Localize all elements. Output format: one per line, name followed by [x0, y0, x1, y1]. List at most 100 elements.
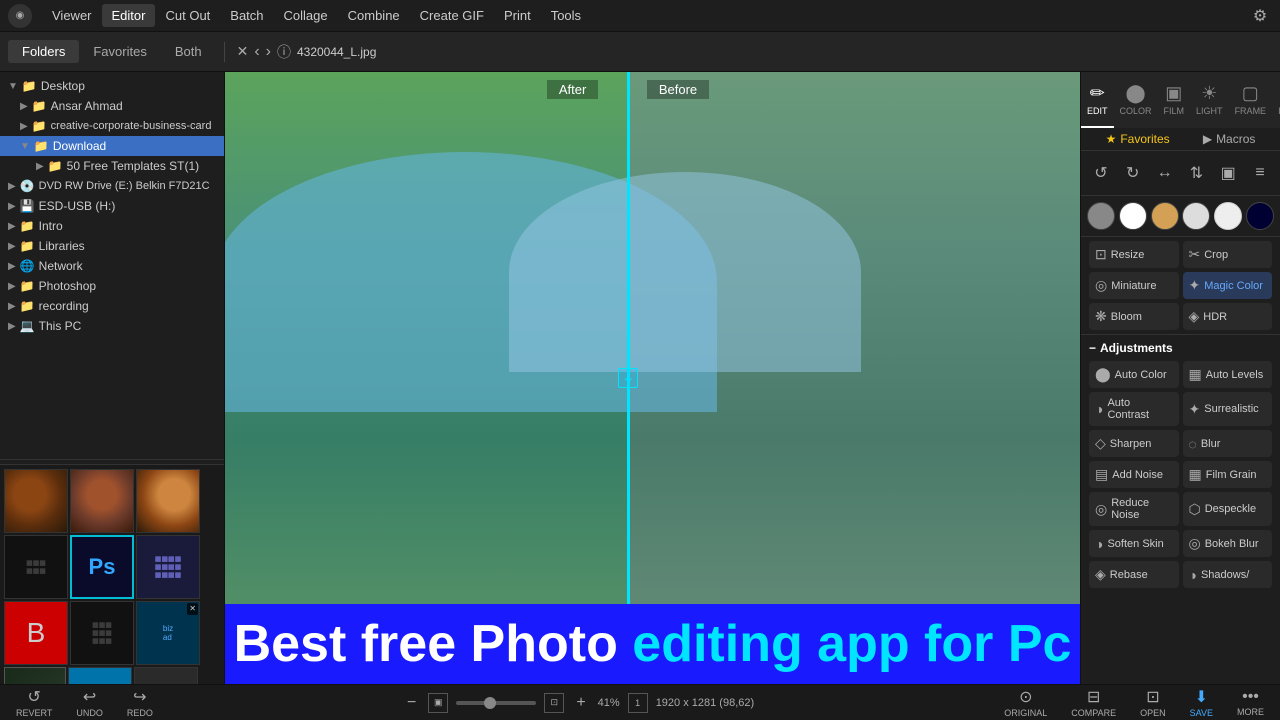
tab-favorites[interactable]: Favorites: [79, 40, 160, 63]
thumbnail-item[interactable]: [70, 469, 134, 533]
thumbnail-item[interactable]: bizad ✕: [136, 601, 200, 665]
tree-item-desktop[interactable]: ▼ 📁 Desktop: [0, 76, 224, 96]
film-grain-button[interactable]: ▦ Film Grain: [1183, 461, 1273, 488]
info-nav-button[interactable]: ⓘ: [277, 42, 291, 62]
magic-color-button[interactable]: ✦ Magic Color: [1183, 272, 1273, 299]
menu-creategif[interactable]: Create GIF: [410, 4, 494, 27]
thumbnail-item-brush[interactable]: 🖌: [134, 667, 198, 684]
zoom-plus-button[interactable]: +: [572, 692, 589, 714]
adjustments-title[interactable]: − Adjustments: [1089, 341, 1272, 355]
thumbnail-item[interactable]: [4, 469, 68, 533]
thumbnail-item[interactable]: preview: [4, 667, 66, 684]
thumbnail-item-blog[interactable]: B: [4, 601, 68, 665]
zoom-fit-button[interactable]: ▣: [428, 693, 448, 713]
bloom-button[interactable]: ❋ Bloom: [1089, 303, 1179, 330]
tree-item-download[interactable]: ▼ 📁 Download: [0, 136, 224, 156]
resize-button[interactable]: ⊡ Resize: [1089, 241, 1179, 268]
despeckle-button[interactable]: ⬡ Despeckle: [1183, 492, 1273, 526]
menu-batch[interactable]: Batch: [220, 4, 273, 27]
filter-white[interactable]: [1119, 202, 1147, 230]
tree-item-ansar[interactable]: ▶ 📁 Ansar Ahmad: [0, 96, 224, 116]
tab-folders[interactable]: Folders: [8, 40, 79, 63]
shadows-button[interactable]: ◑ Shadows/: [1183, 561, 1273, 588]
tab-light[interactable]: ☀ LIGHT: [1190, 72, 1229, 128]
miniature-button[interactable]: ◎ Miniature: [1089, 272, 1179, 299]
thumbnail-item-ps[interactable]: Ps: [70, 535, 134, 599]
zoom-minus-button[interactable]: −: [403, 692, 420, 714]
auto-color-button[interactable]: ⬤ Auto Color: [1089, 361, 1179, 388]
next-nav-button[interactable]: ›: [266, 43, 271, 61]
rotate-left-button[interactable]: ↺: [1087, 159, 1115, 187]
more-button[interactable]: ••• MORE: [1229, 686, 1272, 719]
menu-cutout[interactable]: Cut Out: [155, 4, 220, 27]
prev-nav-button[interactable]: ‹: [254, 43, 259, 61]
filter-dark[interactable]: [1246, 202, 1274, 230]
rotate-right-button[interactable]: ↻: [1119, 159, 1147, 187]
menu-combine[interactable]: Combine: [338, 4, 410, 27]
tab-insert[interactable]: ⊞ INSERT: [1272, 72, 1280, 128]
tab-color[interactable]: ⬤ COLOR: [1114, 72, 1158, 128]
filter-warm[interactable]: [1151, 202, 1179, 230]
sharpen-button[interactable]: ◇ Sharpen: [1089, 430, 1179, 457]
tree-item-intro[interactable]: ▶ 📁 Intro: [0, 216, 224, 236]
auto-levels-button[interactable]: ▦ Auto Levels: [1183, 361, 1273, 388]
thumbnail-item[interactable]: ▦▦▦▦▦▦: [4, 535, 68, 599]
tree-item-creative[interactable]: ▶ 📁 creative-corporate-business-card: [0, 116, 224, 136]
split-divider[interactable]: ⇔: [627, 72, 630, 684]
tree-item-photoshop[interactable]: ▶ 📁 Photoshop: [0, 276, 224, 296]
rebase-button[interactable]: ◈ Rebase: [1089, 561, 1179, 588]
undo-button[interactable]: ↩ UNDO: [68, 685, 111, 720]
flip-h-button[interactable]: ↔: [1151, 159, 1179, 187]
hdr-button[interactable]: ◈ HDR: [1183, 303, 1273, 330]
menu-viewer[interactable]: Viewer: [42, 4, 102, 27]
original-button[interactable]: ⊙ ORIGINAL: [996, 685, 1055, 720]
open-button[interactable]: ⊡ OPEN: [1132, 685, 1174, 720]
close-nav-button[interactable]: ✕: [237, 43, 249, 60]
tab-edit[interactable]: ✏ EDIT: [1081, 72, 1114, 128]
tree-item-thispc[interactable]: ▶ 💻 This PC: [0, 316, 224, 336]
tree-item-recording[interactable]: ▶ 📁 recording: [0, 296, 224, 316]
tree-item-dvd[interactable]: ▶ 💿 DVD RW Drive (E:) Belkin F7D21C: [0, 176, 224, 196]
blur-button[interactable]: ◌ Blur: [1183, 430, 1273, 457]
surrealistic-button[interactable]: ✦ Surrealistic: [1183, 392, 1273, 426]
redo-button[interactable]: ↪ REDO: [119, 685, 161, 720]
filter-light[interactable]: [1182, 202, 1210, 230]
filter-pale[interactable]: [1214, 202, 1242, 230]
bokeh-blur-button[interactable]: ◎ Bokeh Blur: [1183, 530, 1273, 557]
tab-frame[interactable]: ▢ FRAME: [1229, 72, 1273, 128]
compare-button[interactable]: ⊟ COMPARE: [1063, 685, 1124, 720]
reduce-noise-button[interactable]: ◎ Reduce Noise: [1089, 492, 1179, 526]
zoom-full-button[interactable]: ⊡: [544, 693, 564, 713]
save-button[interactable]: ⬇ SAVE: [1182, 685, 1221, 720]
auto-contrast-button[interactable]: ◑ Auto Contrast: [1089, 392, 1179, 426]
tree-item-network[interactable]: ▶ 🌐 Network: [0, 256, 224, 276]
menu-collage[interactable]: Collage: [274, 4, 338, 27]
tree-item-50free[interactable]: ▶ 📁 50 Free Templates ST(1): [0, 156, 224, 176]
split-handle[interactable]: ⇔: [618, 368, 638, 388]
menu-print[interactable]: Print: [494, 4, 541, 27]
soften-skin-button[interactable]: ◑ Soften Skin: [1089, 530, 1179, 557]
grid-button[interactable]: ▣: [1214, 159, 1242, 187]
crop-button[interactable]: ✂ Crop: [1183, 241, 1273, 268]
revert-button[interactable]: ↺ REVERT: [8, 685, 60, 720]
filter-gray[interactable]: [1087, 202, 1115, 230]
tab-film[interactable]: ▣ FILM: [1158, 72, 1191, 128]
favorites-button[interactable]: ★ Favorites: [1106, 132, 1170, 146]
lines-button[interactable]: ≡: [1246, 159, 1274, 187]
flip-v-button[interactable]: ⇅: [1182, 159, 1210, 187]
thumbnail-close-button[interactable]: ✕: [187, 603, 198, 615]
macros-button[interactable]: ▶ Macros: [1203, 132, 1256, 146]
menu-editor[interactable]: Editor: [102, 4, 156, 27]
thumbnail-item[interactable]: ▦▦▦▦▦▦▦▦▦: [70, 601, 134, 665]
bokeh-blur-icon: ◎: [1189, 535, 1201, 552]
tree-item-esd[interactable]: ▶ 💾 ESD-USB (H:): [0, 196, 224, 216]
zoom-slider[interactable]: [456, 701, 536, 705]
thumbnail-item[interactable]: ▦▦▦▦▦▦▦▦▦▦▦▦: [136, 535, 200, 599]
add-noise-button[interactable]: ▤ Add Noise: [1089, 461, 1179, 488]
tree-item-libraries[interactable]: ▶ 📁 Libraries: [0, 236, 224, 256]
thumbnail-item-wp[interactable]: W: [68, 667, 132, 684]
settings-icon[interactable]: ⚙: [1248, 4, 1272, 28]
menu-tools[interactable]: Tools: [541, 4, 591, 27]
thumbnail-item[interactable]: [136, 469, 200, 533]
tab-both[interactable]: Both: [161, 40, 216, 63]
